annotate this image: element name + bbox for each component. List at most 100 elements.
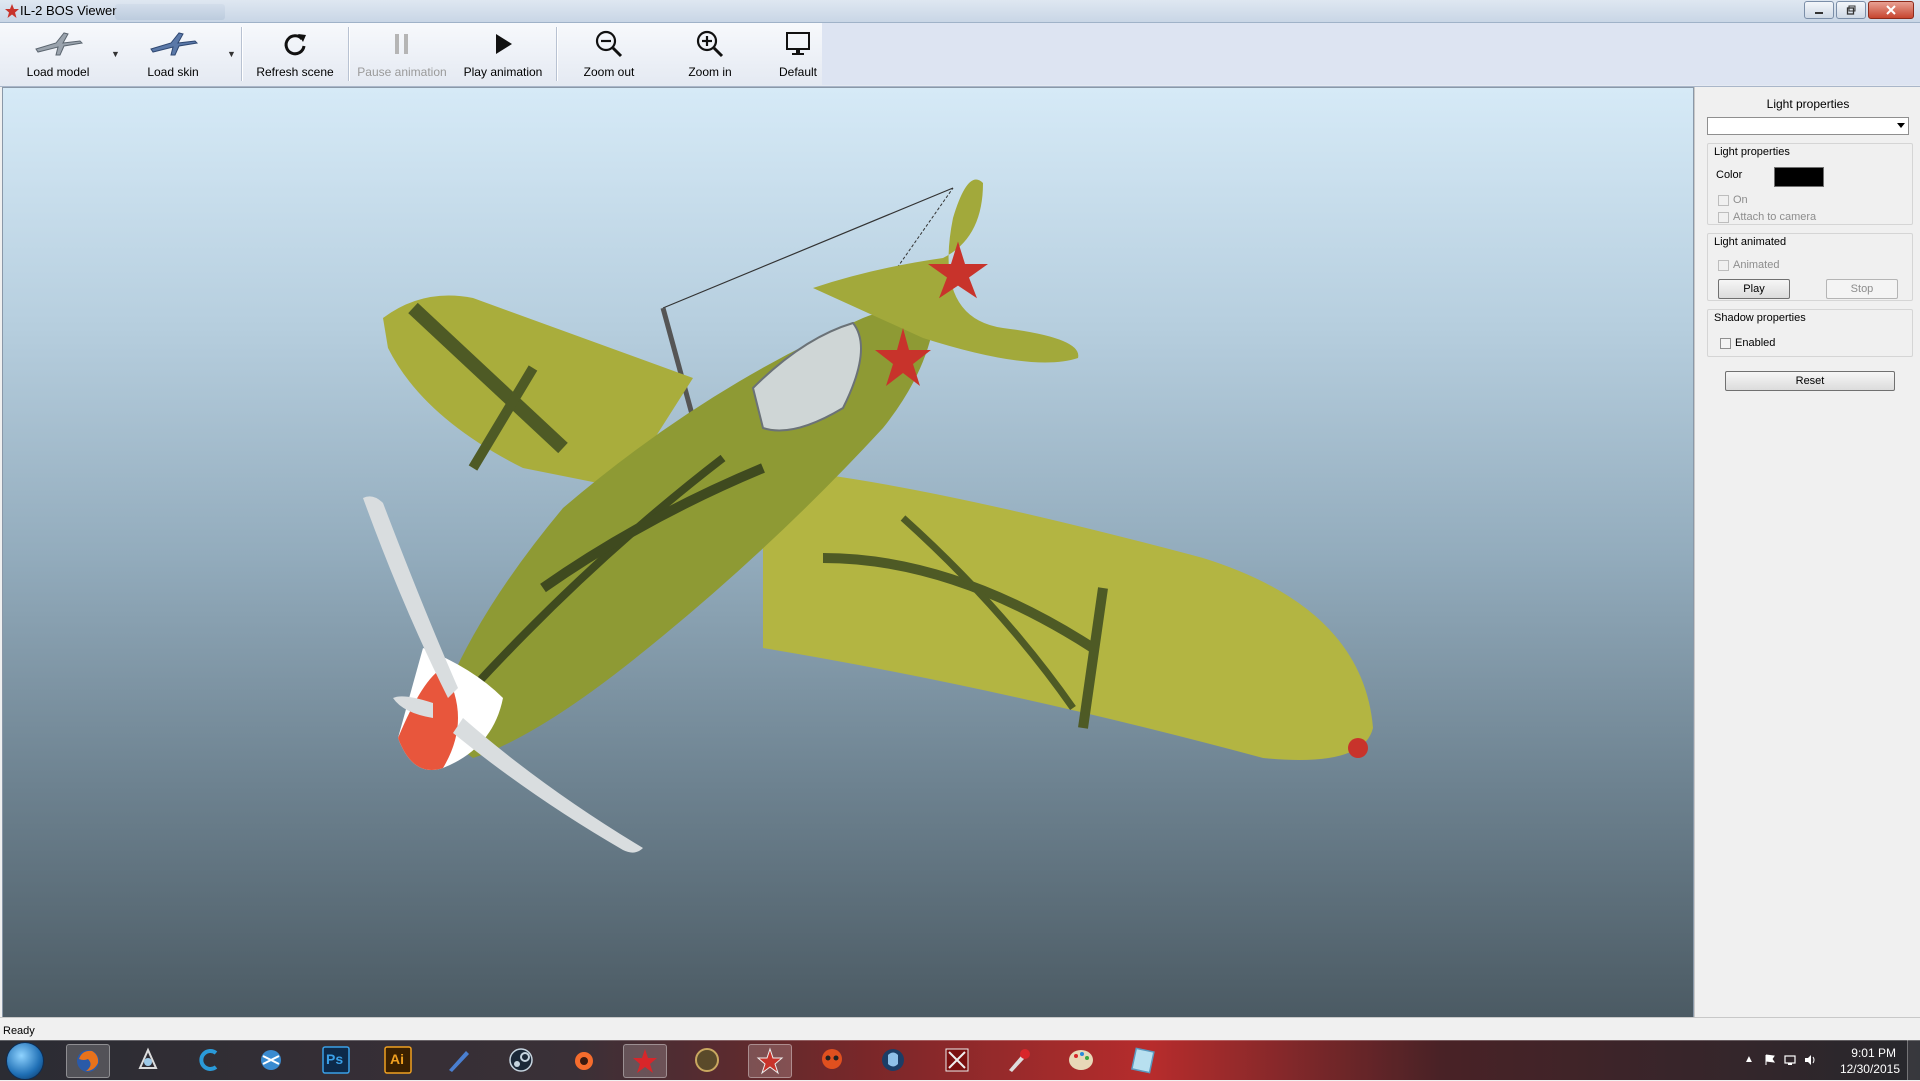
attach-label: Attach to camera: [1733, 211, 1817, 223]
chevron-down-icon: [1897, 123, 1905, 128]
zoom-out-label: Zoom out: [583, 65, 635, 79]
taskbar: Ps Ai ▲ 9:01 PM 12/30/2015: [0, 1040, 1920, 1081]
volume-icon[interactable]: [1804, 1054, 1816, 1066]
pen-tool-icon[interactable]: [437, 1044, 479, 1076]
zoom-in-button[interactable]: Zoom in: [670, 25, 750, 83]
on-label: On: [1733, 194, 1748, 206]
c-app-icon[interactable]: [188, 1044, 230, 1076]
light-animated-group: Light animated Animated Play Stop: [1707, 233, 1913, 301]
pause-animation-label: Pause animation: [357, 65, 447, 79]
checkbox-box: [1720, 337, 1731, 349]
refresh-scene-button[interactable]: Refresh scene: [253, 25, 337, 83]
light-properties-group: Light properties Color On Attach to came…: [1707, 143, 1913, 225]
clock-time[interactable]: 9:01 PM: [1851, 1046, 1896, 1060]
load-model-dropdown-arrow[interactable]: ▼: [111, 49, 120, 59]
origin-glyph: [575, 1052, 593, 1070]
pen-glyph: [449, 1051, 469, 1072]
load-skin-dropdown-arrow[interactable]: ▼: [227, 49, 236, 59]
load-skin-button[interactable]: Load skin: [133, 25, 213, 83]
windows-start-icon[interactable]: [6, 1042, 44, 1080]
brush-glyph: [1009, 1049, 1030, 1072]
status-bar: Ready: [0, 1017, 1920, 1041]
teamspeak-icon[interactable]: [872, 1044, 914, 1076]
pause-animation-button[interactable]: Pause animation: [354, 25, 450, 83]
palette-icon[interactable]: [1060, 1044, 1102, 1076]
properties-panel: Light properties Light properties Color …: [1694, 87, 1920, 1017]
status-text: Ready: [3, 1025, 35, 1037]
illustrator-icon[interactable]: Ai: [377, 1044, 419, 1076]
medal-glyph: [695, 1048, 719, 1072]
color-swatch[interactable]: [1774, 167, 1824, 187]
reset-button[interactable]: Reset: [1725, 371, 1895, 391]
stop-button[interactable]: Stop: [1826, 279, 1898, 299]
play-icon: [496, 34, 512, 54]
group-label: Light properties: [1714, 146, 1793, 158]
play-animation-label: Play animation: [463, 65, 543, 79]
c-app-glyph: [199, 1049, 218, 1071]
reset-label: Reset: [1795, 375, 1825, 387]
3d-viewport[interactable]: [2, 87, 1694, 1019]
toolbar-empty-area: [822, 23, 1920, 85]
action-center-flag-icon[interactable]: [1764, 1054, 1776, 1066]
paint-brush-icon[interactable]: [998, 1044, 1040, 1076]
network-tray-icon[interactable]: [1784, 1054, 1796, 1066]
restore-icon: [1846, 5, 1856, 15]
animated-label: Animated: [1733, 259, 1780, 271]
play-button[interactable]: Play: [1718, 279, 1790, 299]
game-app-icon[interactable]: [936, 1044, 978, 1076]
3d-app-glyph: [138, 1047, 158, 1069]
star-app-icon[interactable]: [748, 1044, 792, 1078]
load-model-button[interactable]: Load model: [18, 25, 98, 83]
tray-expand-icon[interactable]: ▲: [1744, 1054, 1756, 1066]
clock-date[interactable]: 12/30/2015: [1840, 1062, 1900, 1076]
medal-icon[interactable]: [686, 1044, 728, 1076]
game-app-glyph: [945, 1048, 969, 1072]
zoom-out-button[interactable]: Zoom out: [568, 25, 650, 83]
title-bar: IL-2 BOS Viewer: [0, 0, 1920, 23]
app-icon: [5, 4, 19, 18]
maximize-button[interactable]: [1836, 1, 1866, 19]
checkbox-box: [1718, 259, 1729, 271]
red-star-icon[interactable]: [623, 1044, 667, 1078]
on-checkbox[interactable]: On: [1718, 194, 1748, 206]
show-desktop-button[interactable]: [1907, 1040, 1920, 1080]
checkbox-box: [1718, 194, 1729, 206]
light-select-dropdown[interactable]: [1707, 117, 1909, 135]
play-label: Play: [1743, 283, 1765, 295]
firefox-glyph: [77, 1050, 99, 1072]
airplane-skin-icon: [150, 32, 199, 56]
shadow-enabled-checkbox[interactable]: Enabled: [1720, 337, 1775, 349]
shadow-properties-group: Shadow properties Enabled: [1707, 309, 1913, 357]
red-star-glyph: [633, 1049, 657, 1073]
animated-checkbox[interactable]: Animated: [1718, 259, 1779, 271]
minimize-icon: [1815, 12, 1823, 14]
monitor-icon: [786, 32, 810, 55]
skull-glyph: [822, 1049, 842, 1069]
network-icon[interactable]: [250, 1044, 292, 1076]
default-view-button[interactable]: Default: [768, 25, 828, 83]
zoom-out-icon: [595, 30, 623, 58]
close-icon: [1886, 5, 1896, 15]
refresh-icon: [284, 34, 306, 56]
steam-icon[interactable]: [500, 1044, 542, 1076]
zoom-in-icon: [696, 30, 724, 58]
origin-icon[interactable]: [563, 1044, 605, 1076]
skull-app-icon[interactable]: [811, 1044, 853, 1076]
firefox-icon[interactable]: [66, 1044, 110, 1078]
close-button[interactable]: [1868, 1, 1914, 19]
title-tab-ghost: [115, 4, 225, 20]
panel-title: Light properties: [1766, 97, 1850, 111]
3d-app-icon[interactable]: [127, 1044, 169, 1076]
minimize-button[interactable]: [1804, 1, 1834, 19]
play-animation-button[interactable]: Play animation: [455, 25, 551, 83]
photoshop-icon[interactable]: Ps: [315, 1044, 357, 1076]
pause-icon: [395, 34, 408, 54]
notes-glyph: [1131, 1047, 1155, 1074]
enabled-label: Enabled: [1735, 337, 1776, 349]
attach-to-camera-checkbox[interactable]: Attach to camera: [1718, 211, 1816, 223]
zoom-in-label: Zoom in: [688, 65, 732, 79]
toolbar-separator: [241, 27, 243, 81]
window-title: IL-2 BOS Viewer: [20, 3, 117, 18]
notes-icon[interactable]: [1122, 1044, 1164, 1076]
color-label: Color: [1716, 169, 1743, 181]
